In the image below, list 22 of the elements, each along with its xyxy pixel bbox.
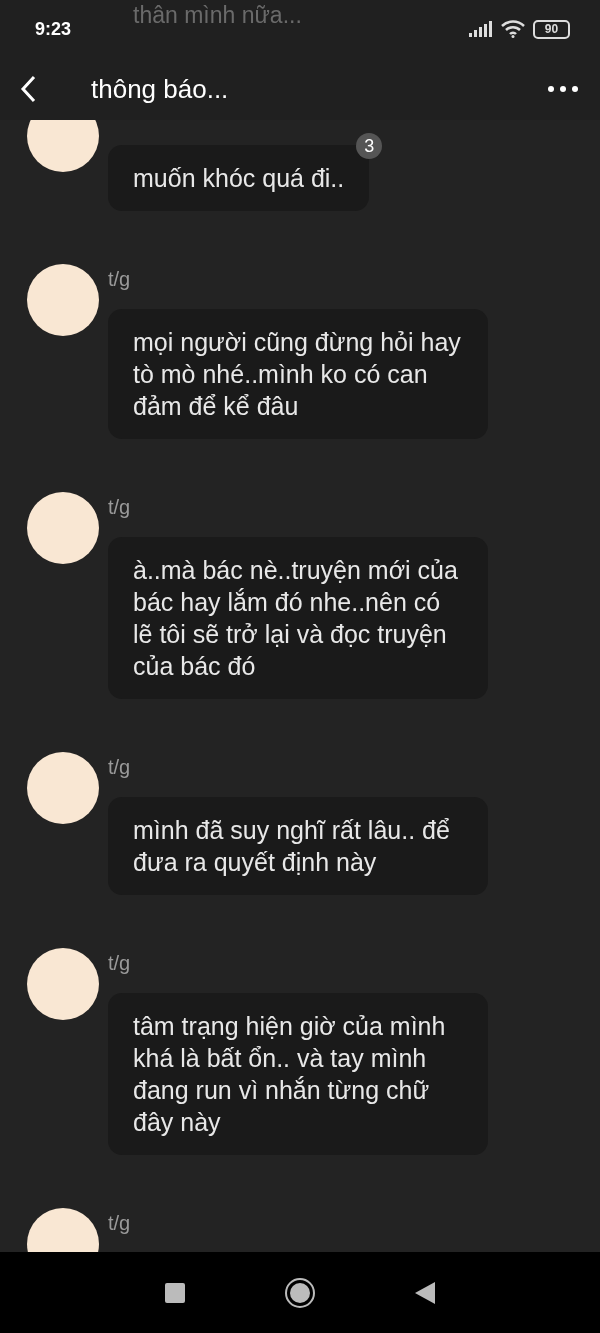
battery-icon: 90 (533, 19, 570, 39)
message-bubble: tâm trạng hiện giờ của mình khá là bất ổn.. và tay mình đang run vì nhắn từng chữ đây này (108, 993, 488, 1155)
message-bubble: mình đã suy nghĩ rất lâu.. để đưa ra quyết định này (108, 797, 488, 895)
signal-icon (469, 21, 493, 37)
avatar-placeholder (27, 120, 99, 172)
header-title: thông báo... (91, 73, 230, 105)
behind-message-text: thân mình nữa... (133, 2, 302, 29)
message-bubble: mọi người cũng đừng hỏi hay tò mò nhé..mình ko có can đảm để kể đâu (108, 309, 488, 439)
back-button[interactable] (415, 1281, 435, 1304)
sender-name: t/g (108, 951, 131, 976)
back-icon[interactable] (20, 75, 36, 103)
sender-name: t/g (108, 755, 131, 780)
wifi-icon (501, 20, 525, 38)
sender-name: t/g (108, 267, 131, 292)
count-badge: 3 (356, 133, 383, 159)
message-bubble: à..mà bác nè..truyện mới của bác hay lắm đó nhe..nên có lẽ tôi sẽ trở lại và đọc truyện của bác đó (108, 537, 488, 699)
recents-button[interactable] (165, 1282, 185, 1303)
sender-name: t/g (108, 1211, 131, 1236)
status-time: 9:23 (35, 18, 72, 40)
sender-name: t/g (108, 495, 131, 520)
home-button[interactable] (285, 1277, 315, 1308)
more-icon[interactable] (548, 86, 578, 92)
